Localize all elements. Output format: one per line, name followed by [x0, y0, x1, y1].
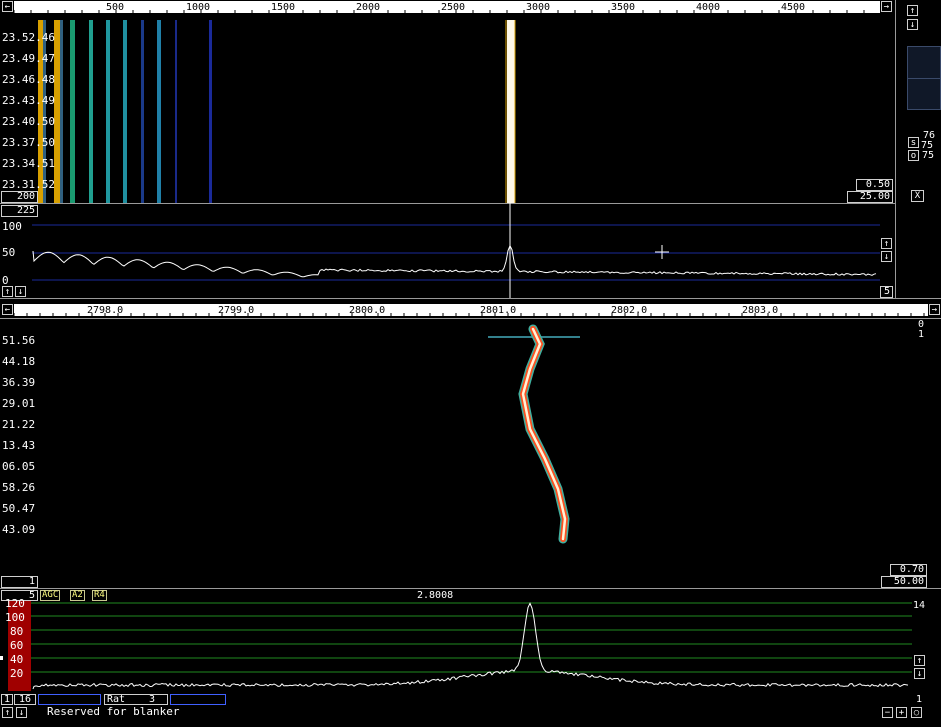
hires-time-label: 29.01: [2, 397, 35, 410]
status-blue-box-2[interactable]: [170, 694, 226, 705]
status-blue-box[interactable]: [38, 694, 101, 705]
bottom-y-label: 60: [10, 639, 23, 652]
scroll-left-button[interactable]: ←: [2, 1, 13, 12]
rat-value: 3: [149, 695, 155, 705]
spectrum-graph[interactable]: [0, 203, 894, 298]
side-s-button[interactable]: s: [908, 137, 919, 148]
divider: [895, 0, 896, 298]
bottom-y-label: 40: [10, 653, 23, 666]
r4-tag[interactable]: R4: [92, 590, 107, 601]
waterfall-time-label: 23.40.50: [2, 115, 55, 128]
top-scale-label: 1500: [271, 2, 295, 13]
hires-time-label: 58.26: [2, 481, 35, 494]
hires-scale-label: 2799.0: [218, 305, 254, 316]
bottom-right-value: 14: [913, 600, 925, 611]
hires-scroll-right-button[interactable]: →: [929, 304, 940, 315]
hires-scale-label: 2801.0: [480, 305, 516, 316]
agc-tag[interactable]: AGC: [40, 590, 60, 601]
plus-button[interactable]: +: [896, 707, 907, 718]
top-scale-label: 2000: [356, 2, 380, 13]
side-value: 75: [922, 150, 934, 161]
hires-time-label: 50.47: [2, 502, 35, 515]
top-frequency-scale[interactable]: 500 1000 1500 2000 2500 3000 3500 4000 4…: [14, 1, 880, 13]
top-scale-label: 4000: [696, 2, 720, 13]
top-scale-label: 500: [106, 2, 124, 13]
hires-zero-box[interactable]: 50.00: [881, 576, 927, 588]
hires-time-label: 43.09: [2, 523, 35, 536]
side-meter: [907, 46, 941, 110]
a2-tag[interactable]: A2: [70, 590, 85, 601]
top-scale-label: 4500: [781, 2, 805, 13]
status-up-button[interactable]: ↑: [2, 707, 13, 718]
status-down-button[interactable]: ↓: [16, 707, 27, 718]
hires-waterfall-graphic: [0, 319, 928, 584]
waterfall-zero-box[interactable]: 25.00: [847, 191, 893, 203]
waterfall-time-label: 23.52.46: [2, 31, 55, 44]
spectrum-up-button[interactable]: ↑: [881, 238, 892, 249]
spectrum-left-up-button[interactable]: ↑: [2, 286, 13, 297]
side-down-button[interactable]: ↓: [907, 19, 918, 30]
hires-time-label: 36.39: [2, 376, 35, 389]
bottom-y-label: 20: [10, 667, 23, 680]
hires-scale-ticks: [14, 304, 928, 316]
status-box-2[interactable]: 16: [14, 694, 36, 705]
top-scale-label: 3000: [526, 2, 550, 13]
hires-scale-label: 2802.0: [611, 305, 647, 316]
waterfall-time-label: 23.49.47: [2, 52, 55, 65]
minus-button[interactable]: −: [882, 707, 893, 718]
hires-time-label: 13.43: [2, 439, 35, 452]
top-scale-label: 3500: [611, 2, 635, 13]
bottom-right-value: 1: [916, 694, 922, 705]
waterfall-avg-box[interactable]: 200: [1, 191, 38, 203]
center-frequency: 2.8008: [417, 590, 453, 601]
scroll-right-button[interactable]: →: [881, 1, 892, 12]
bottom-up-button[interactable]: ↑: [914, 655, 925, 666]
bottom-y-label: 100: [5, 611, 25, 624]
hires-scale-label: 2803.0: [742, 305, 778, 316]
hires-scale-label: 2800.0: [349, 305, 385, 316]
status-box-1[interactable]: 1: [1, 694, 13, 705]
bottom-y-label: 80: [10, 625, 23, 638]
rat-label-box[interactable]: Rat 3: [104, 694, 168, 705]
hires-frequency-scale[interactable]: 2798.0 2799.0 2800.0 2801.0 2802.0 2803.…: [14, 304, 928, 316]
hires-right-value: 1: [918, 329, 924, 340]
hires-time-label: 44.18: [2, 355, 35, 368]
hires-time-label: 06.05: [2, 460, 35, 473]
bottom-y-label: 120: [5, 597, 25, 610]
spectrum-left-down-button[interactable]: ↓: [15, 286, 26, 297]
status-message: Reserved for blanker: [47, 705, 179, 718]
hires-gain-box[interactable]: 0.70: [890, 564, 927, 576]
side-up-button[interactable]: ↑: [907, 5, 918, 16]
waterfall-time-label: 23.34.51: [2, 157, 55, 170]
hires-waterfall[interactable]: [0, 319, 928, 584]
waterfall-time-label: 23.31.52: [2, 178, 55, 191]
hires-scale-label: 2798.0: [87, 305, 123, 316]
waterfall-time-label: 23.43.49: [2, 94, 55, 107]
spectrum-value-box[interactable]: 5: [880, 286, 893, 298]
close-button[interactable]: X: [911, 190, 924, 202]
bottom-spectrum-graphic: [0, 601, 912, 693]
waterfall-time-label: 23.37.50: [2, 136, 55, 149]
waterfall-graphic: [0, 18, 894, 203]
circle-button[interactable]: ○: [911, 707, 922, 718]
top-scale-label: 1000: [186, 2, 210, 13]
hires-time-label: 21.22: [2, 418, 35, 431]
divider: [0, 588, 941, 589]
main-waterfall[interactable]: [0, 18, 894, 203]
rat-label: Rat: [107, 694, 125, 705]
hires-scroll-left-button[interactable]: ←: [2, 304, 13, 315]
hires-avg-box[interactable]: 1: [1, 576, 38, 588]
waterfall-gain-box[interactable]: 0.50: [856, 179, 893, 191]
top-scale-label: 2500: [441, 2, 465, 13]
bottom-down-button[interactable]: ↓: [914, 668, 925, 679]
hires-time-label: 51.56: [2, 334, 35, 347]
divider: [0, 298, 941, 299]
waterfall-time-label: 23.46.48: [2, 73, 55, 86]
side-o-button[interactable]: o: [908, 150, 919, 161]
spectrum-graphic: [0, 203, 894, 298]
bottom-spectrum-graph[interactable]: [0, 601, 912, 693]
spectrum-down-button[interactable]: ↓: [881, 251, 892, 262]
